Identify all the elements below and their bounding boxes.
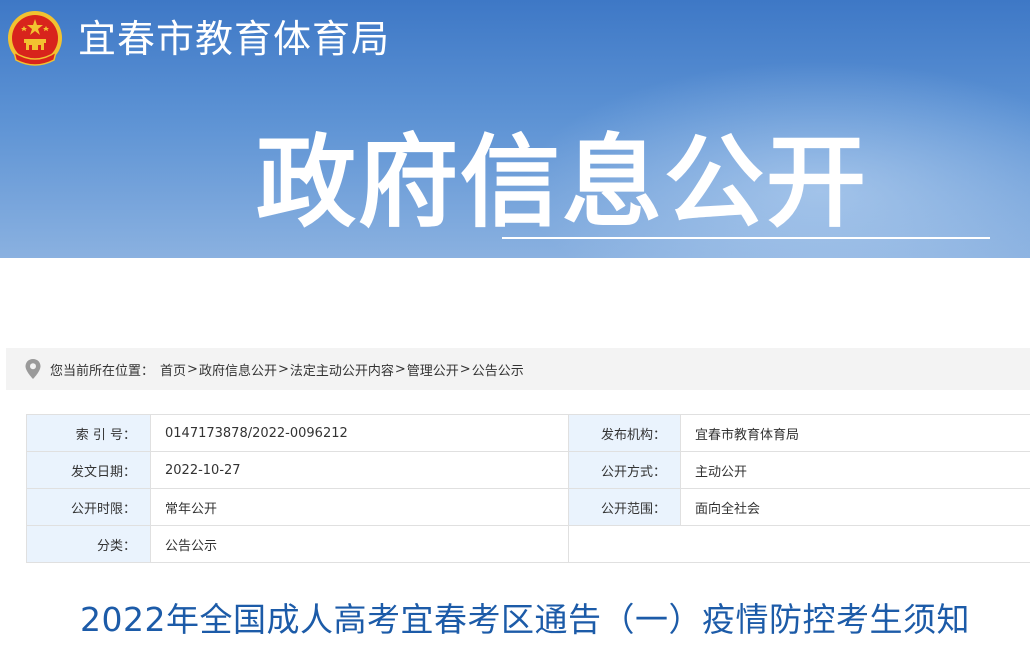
category-label: 分类： <box>26 525 151 563</box>
site-title[interactable]: 宜春市教育体育局 <box>78 16 390 62</box>
hero-underline <box>502 237 990 239</box>
breadcrumb-gov-info[interactable]: 政府信息公开 <box>199 360 277 379</box>
category-value: 公告公示 <box>150 525 569 563</box>
table-row: 分类： 公告公示 <box>26 525 1030 563</box>
location-pin-icon <box>25 359 41 379</box>
disclosure-scope-label: 公开范围： <box>568 488 681 526</box>
disclosure-scope-value: 面向全社会 <box>680 488 1030 526</box>
publisher-label: 发布机构： <box>568 414 681 452</box>
table-row: 公开时限： 常年公开 公开范围： 面向全社会 <box>26 488 1030 526</box>
breadcrumb-separator: > <box>277 361 289 377</box>
table-row: 发文日期： 2022-10-27 公开方式： 主动公开 <box>26 451 1030 489</box>
breadcrumb-separator: > <box>187 361 198 377</box>
breadcrumb-separator: > <box>394 361 406 377</box>
issue-date-value: 2022-10-27 <box>150 451 569 489</box>
breadcrumb-home[interactable]: 首页 <box>160 360 186 379</box>
breadcrumb: 您当前所在位置： 首页 > 政府信息公开 > 法定主动公开内容 > 管理公开 >… <box>6 348 1030 390</box>
disclosure-mode-label: 公开方式： <box>568 451 681 489</box>
breadcrumb-statutory[interactable]: 法定主动公开内容 <box>290 360 394 379</box>
issue-date-label: 发文日期： <box>26 451 151 489</box>
breadcrumb-announcements[interactable]: 公告公示 <box>472 360 524 379</box>
disclosure-period-value: 常年公开 <box>150 488 569 526</box>
publisher-value: 宜春市教育体育局 <box>680 414 1030 452</box>
empty-cell <box>568 525 1030 563</box>
national-emblem-icon <box>8 11 62 66</box>
index-number-label: 索 引 号： <box>26 414 151 452</box>
document-metadata-table: 索 引 号： 0147173878/2022-0096212 发布机构： 宜春市… <box>26 414 1030 563</box>
article-title: 2022年全国成人高考宜春考区通告（一）疫情防控考生须知 <box>80 600 970 639</box>
table-row: 索 引 号： 0147173878/2022-0096212 发布机构： 宜春市… <box>26 414 1030 452</box>
breadcrumb-location-label: 您当前所在位置： <box>50 363 155 379</box>
hero-title: 政府信息公开 <box>256 124 868 241</box>
disclosure-period-label: 公开时限： <box>26 488 151 526</box>
index-number-value: 0147173878/2022-0096212 <box>150 414 569 452</box>
breadcrumb-separator: > <box>459 361 471 377</box>
breadcrumb-management[interactable]: 管理公开 <box>407 360 459 379</box>
header-banner: 宜春市教育体育局 政府信息公开 <box>0 0 1030 258</box>
disclosure-mode-value: 主动公开 <box>680 451 1030 489</box>
